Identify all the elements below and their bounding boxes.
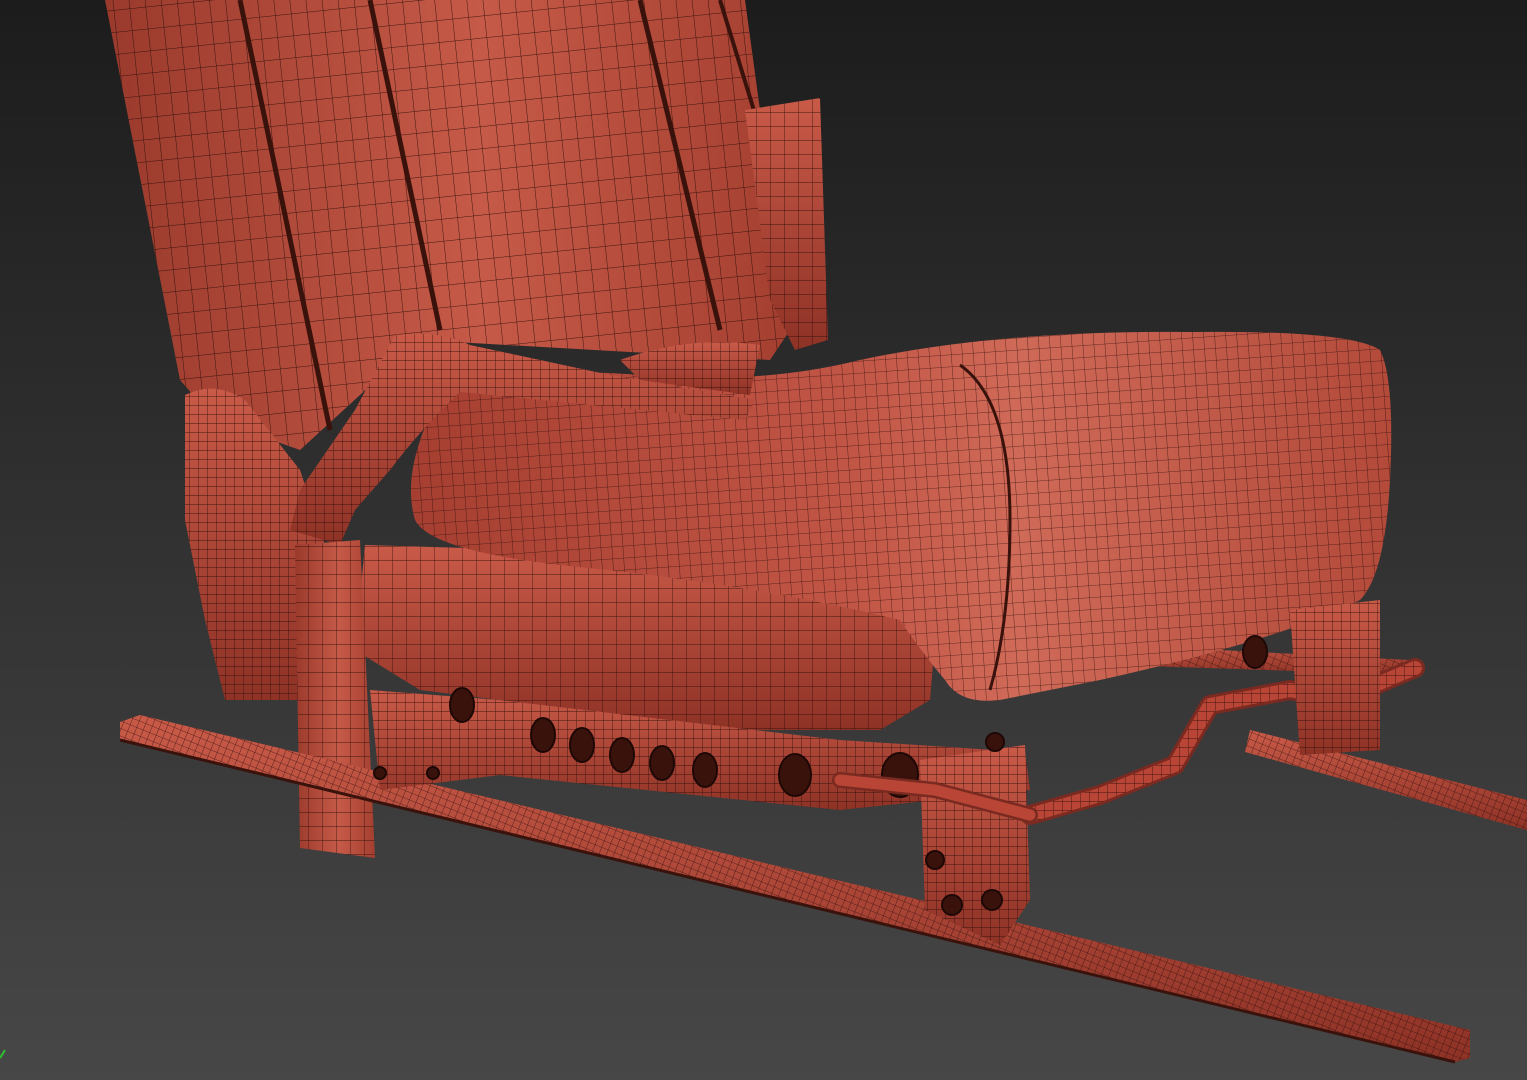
carriage-hole [778,753,812,797]
bolt [426,766,440,780]
viewport-canvas[interactable] [0,0,1527,1080]
carriage-hole [649,745,675,781]
bolt [981,889,1003,911]
front-bracket[interactable] [920,745,1030,945]
3d-viewport[interactable] [0,0,1527,1080]
bolt [373,766,387,780]
bolt [941,894,963,916]
bolt [985,732,1005,752]
carriage-hole [1242,635,1268,669]
carriage-hole [692,752,718,788]
bolt [925,850,945,870]
carriage-hole [449,687,475,723]
rear-bracket[interactable] [1290,600,1380,755]
carriage-hole [609,737,635,773]
carriage-hole [530,717,556,753]
carriage-hole [569,727,595,763]
